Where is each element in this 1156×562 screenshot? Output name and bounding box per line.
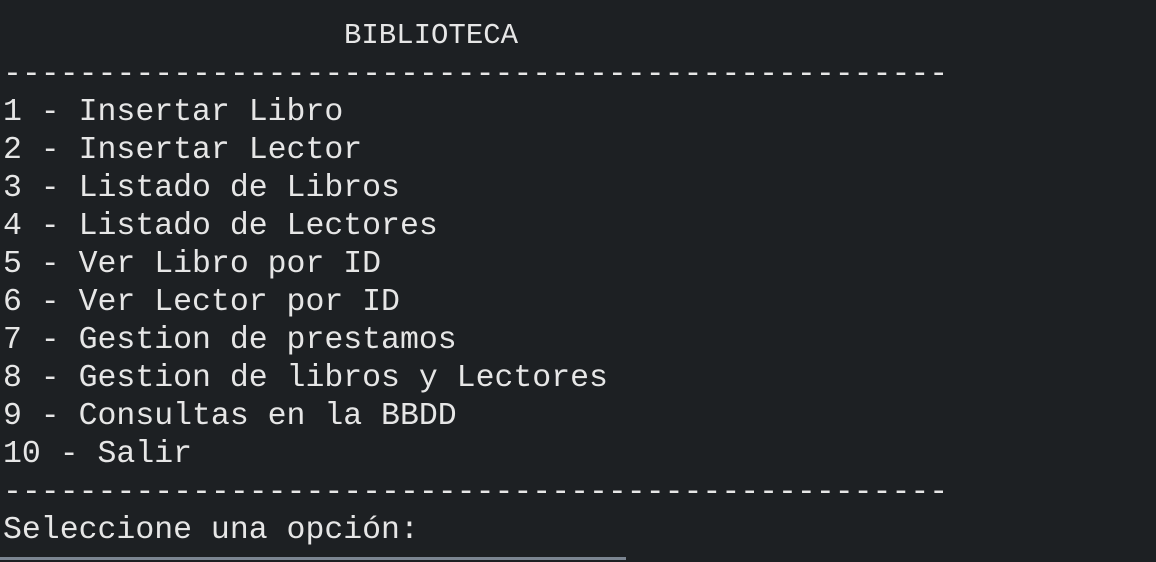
menu-item-gestion-libros-lectores: 8 - Gestion de libros y Lectores [3,361,608,396]
menu-item-insertar-libro: 1 - Insertar Libro [3,95,344,130]
bottom-separator: ----------------------------------------… [3,475,949,510]
menu-item-ver-libro-id: 5 - Ver Libro por ID [3,247,382,282]
menu-item-gestion-prestamos: 7 - Gestion de prestamos [3,323,457,358]
menu-item-listado-libros: 3 - Listado de Libros [3,171,400,206]
terminal-window[interactable]: BIBLIOTECA -----------------------------… [0,0,1156,562]
menu-item-listado-lectores: 4 - Listado de Lectores [3,209,438,244]
input-prompt[interactable]: Seleccione una opción: [3,512,419,550]
horizontal-scrollbar[interactable] [0,557,626,560]
menu-item-ver-lector-id: 6 - Ver Lector por ID [3,285,400,320]
page-title: BIBLIOTECA [344,19,519,52]
top-separator: ----------------------------------------… [3,57,949,92]
menu-item-insertar-lector: 2 - Insertar Lector [3,133,363,168]
menu-item-salir: 10 - Salir [3,437,193,472]
menu-item-consultas-bbdd: 9 - Consultas en la BBDD [3,399,457,434]
